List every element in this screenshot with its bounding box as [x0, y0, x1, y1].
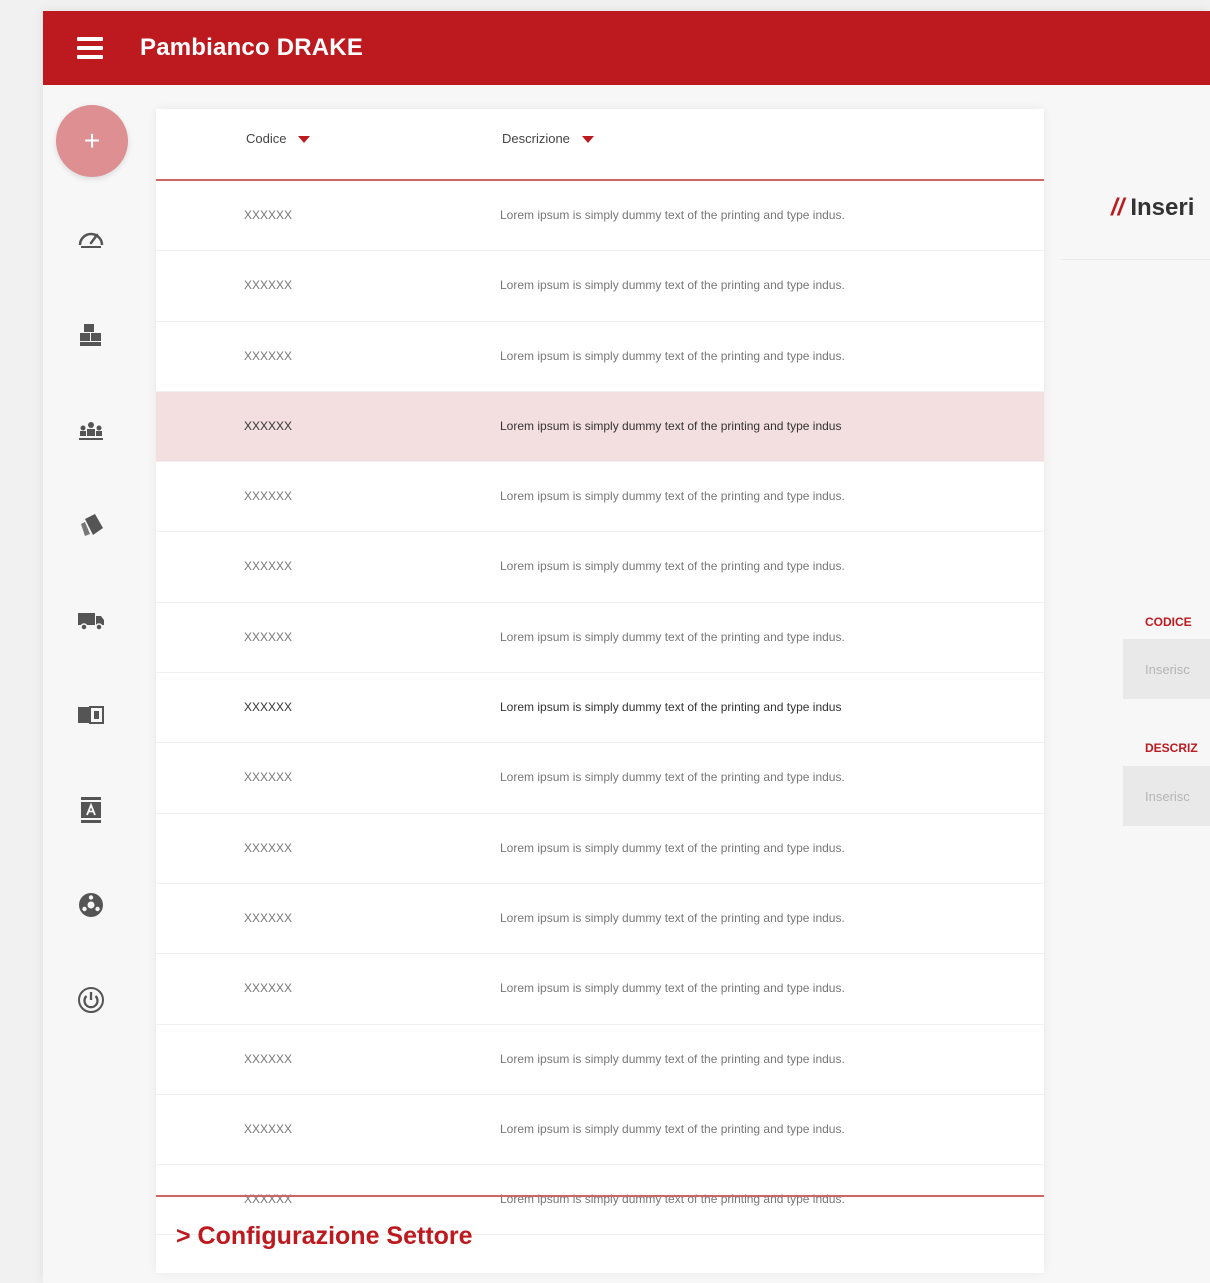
row-description: Lorem ipsum is simply dummy text of the …	[500, 770, 845, 785]
table-row[interactable]: XXXXXX Lorem ipsum is simply dummy text o…	[156, 462, 1044, 533]
table-row[interactable]: XXXXXX Lorem ipsum is simply dummy text o…	[156, 1095, 1044, 1166]
insert-form-panel: //Inseri CODICE DESCRIZ	[1061, 109, 1210, 1273]
row-code: XXXXXX	[244, 1121, 293, 1136]
row-code: XXXXXX	[244, 700, 293, 715]
row-code: XXXXXX	[244, 348, 293, 363]
sort-caret-icon	[581, 136, 594, 144]
sidebar: +	[43, 85, 139, 1283]
row-code: XXXXXX	[244, 1051, 293, 1066]
table-row[interactable]: XXXXXX Lorem ipsum is simply dummy text o…	[156, 743, 1044, 814]
labels-icon[interactable]	[73, 507, 109, 543]
table-row[interactable]: XXXXXX Lorem ipsum is simply dummy text o…	[156, 884, 1044, 955]
card-icon[interactable]	[73, 697, 109, 733]
warehouse-icon[interactable]	[73, 317, 109, 353]
row-description: Lorem ipsum is simply dummy text of the …	[500, 208, 845, 222]
form-title: //Inseri	[1111, 194, 1194, 222]
row-code: XXXXXX	[244, 278, 293, 293]
font-book-icon[interactable]	[73, 792, 109, 828]
list-footer: > Configurazione Settore	[156, 1195, 1044, 1275]
column-header-descrizione: Descrizione	[502, 131, 570, 146]
add-button[interactable]: +	[56, 105, 128, 177]
row-description: Lorem ipsum is simply dummy text of the …	[500, 559, 845, 574]
row-description: Lorem ipsum is simply dummy text of the …	[500, 629, 845, 644]
row-code: XXXXXX	[244, 559, 293, 574]
row-description: Lorem ipsum is simply dummy text of the …	[500, 910, 845, 925]
row-description: Lorem ipsum is simply dummy text of the …	[500, 489, 845, 504]
hamburger-icon[interactable]	[77, 37, 103, 59]
top-bar: Pambianco DRAKE	[43, 11, 1210, 85]
table-row[interactable]: XXXXXX Lorem ipsum is simply dummy text o…	[156, 954, 1044, 1025]
table-row[interactable]: XXXXXX Lorem ipsum is simply dummy text o…	[156, 251, 1044, 322]
app-window: Pambianco DRAKE + Codice Descrizione XXX…	[43, 11, 1210, 1283]
table-body: XXXXXX Lorem ipsum is simply dummy text o…	[156, 181, 1044, 1236]
table-row[interactable]: XXXXXX Lorem ipsum is simply dummy text o…	[156, 532, 1044, 603]
power-icon[interactable]	[73, 982, 109, 1018]
row-description: Lorem ipsum is simply dummy text of the …	[500, 348, 845, 363]
table-row-hover[interactable]: XXXXXX Lorem ipsum is simply dummy text o…	[156, 673, 1044, 744]
row-code: XXXXXX	[244, 981, 293, 996]
app-title: Pambianco DRAKE	[140, 34, 364, 61]
row-description: Lorem ipsum is simply dummy text of the …	[500, 981, 845, 996]
codice-input[interactable]	[1123, 639, 1210, 699]
row-description: Lorem ipsum is simply dummy text of the …	[500, 840, 845, 855]
codice-label: CODICE	[1145, 615, 1192, 629]
row-code: XXXXXX	[244, 418, 293, 433]
sort-caret-icon	[298, 136, 311, 144]
row-description: Lorem ipsum is simply dummy text of the …	[500, 418, 842, 433]
row-code: XXXXXX	[244, 489, 293, 504]
column-header-codice: Codice	[246, 131, 287, 146]
table-row[interactable]: XXXXXX Lorem ipsum is simply dummy text o…	[156, 1025, 1044, 1095]
table-row[interactable]: XXXXXX Lorem ipsum is simply dummy text o…	[156, 814, 1044, 884]
truck-icon[interactable]	[73, 602, 109, 638]
table-row[interactable]: XXXXXX Lorem ipsum is simply dummy text o…	[156, 322, 1044, 392]
row-code: XXXXXX	[244, 770, 293, 785]
divider	[1061, 259, 1210, 260]
list-header: Codice Descrizione	[156, 109, 1044, 181]
row-code: XXXXXX	[244, 910, 293, 925]
dashboard-icon[interactable]	[73, 221, 109, 257]
row-code: XXXXXX	[244, 840, 293, 855]
row-code: XXXXXX	[244, 208, 293, 222]
descrizione-label: DESCRIZ	[1145, 741, 1198, 755]
form-title-text: Inseri	[1130, 194, 1195, 221]
row-description: Lorem ipsum is simply dummy text of the …	[500, 1121, 845, 1136]
row-description: Lorem ipsum is simply dummy text of the …	[500, 1051, 845, 1066]
table-row[interactable]: XXXXXX Lorem ipsum is simply dummy text o…	[156, 181, 1044, 252]
title-slashes: //	[1111, 194, 1125, 221]
settori-list: Codice Descrizione XXXXXX Lorem ipsum is …	[156, 109, 1044, 1273]
table-row[interactable]: XXXXXX Lorem ipsum is simply dummy text o…	[156, 603, 1044, 674]
row-description: Lorem ipsum is simply dummy text of the …	[500, 278, 845, 293]
sort-descrizione[interactable]: Descrizione	[502, 131, 594, 146]
row-code: XXXXXX	[244, 629, 293, 644]
sort-codice[interactable]: Codice	[246, 131, 311, 146]
row-description: Lorem ipsum is simply dummy text of the …	[500, 700, 842, 715]
settings-icon[interactable]	[73, 887, 109, 923]
configurazione-settore-link[interactable]: > Configurazione Settore	[176, 1222, 473, 1251]
table-row-selected[interactable]: XXXXXX Lorem ipsum is simply dummy text o…	[156, 391, 1044, 463]
team-icon[interactable]	[73, 412, 109, 448]
descrizione-input[interactable]	[1123, 766, 1210, 826]
